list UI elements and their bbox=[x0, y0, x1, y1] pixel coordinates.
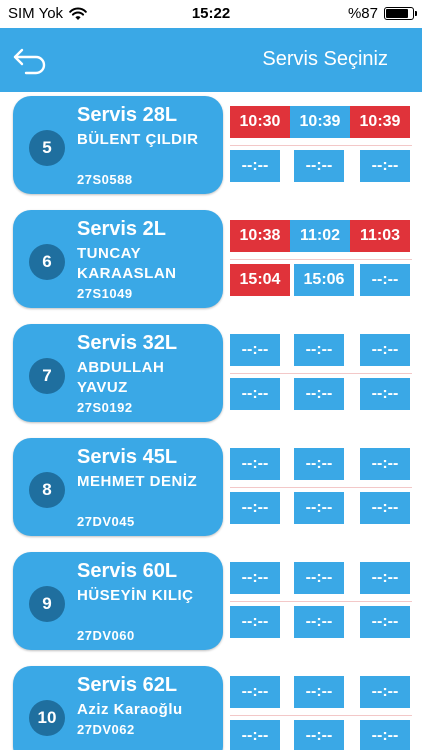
time-slot[interactable]: --:-- bbox=[230, 492, 280, 524]
service-row: 5 Servis 28L BÜLENT ÇILDIR 27S0588 10:30… bbox=[0, 92, 422, 200]
service-card[interactable]: 10 Servis 62L Aziz Karaoğlu 27DV062 bbox=[13, 666, 223, 750]
time-slot[interactable]: --:-- bbox=[294, 448, 344, 480]
time-slot[interactable]: --:-- bbox=[360, 492, 410, 524]
service-title: Servis 32L bbox=[77, 332, 178, 354]
plate-number: 27DV062 bbox=[77, 722, 135, 737]
time-slot[interactable]: --:-- bbox=[230, 562, 280, 594]
service-number-badge: 8 bbox=[29, 472, 65, 508]
service-title: Servis 45L bbox=[77, 446, 178, 468]
time-slot[interactable]: --:-- bbox=[230, 606, 280, 638]
time-slot[interactable]: 10:38 bbox=[230, 220, 290, 252]
time-slot[interactable]: --:-- bbox=[360, 378, 410, 410]
service-title: Servis 2L bbox=[77, 218, 166, 240]
service-title: Servis 62L bbox=[77, 674, 178, 696]
service-card[interactable]: 5 Servis 28L BÜLENT ÇILDIR 27S0588 bbox=[13, 96, 223, 194]
driver-name: ABDULLAH YAVUZ bbox=[77, 359, 165, 396]
time-divider bbox=[230, 715, 412, 716]
time-slot[interactable]: --:-- bbox=[230, 378, 280, 410]
time-slot[interactable]: --:-- bbox=[294, 492, 344, 524]
nav-bar: Servis Seçiniz bbox=[0, 28, 422, 92]
plate-number: 27DV045 bbox=[77, 514, 135, 529]
page-title: Servis Seçiniz bbox=[262, 48, 388, 70]
service-card[interactable]: 6 Servis 2L TUNCAY KARAASLAN 27S1049 bbox=[13, 210, 223, 308]
time-grid: --:-- --:-- --:-- --:-- --:-- --:-- bbox=[230, 662, 412, 750]
time-slot[interactable]: --:-- bbox=[230, 150, 280, 182]
time-grid: --:-- --:-- --:-- --:-- --:-- --:-- bbox=[230, 548, 412, 656]
time-slot[interactable]: --:-- bbox=[294, 334, 344, 366]
plate-number: 27S0192 bbox=[77, 400, 133, 415]
driver-name: HÜSEYİN KILIÇ bbox=[77, 587, 194, 604]
time-divider bbox=[230, 601, 412, 602]
service-card[interactable]: 9 Servis 60L HÜSEYİN KILIÇ 27DV060 bbox=[13, 552, 223, 650]
service-number-badge: 9 bbox=[29, 586, 65, 622]
plate-number: 27DV060 bbox=[77, 628, 135, 643]
time-slot[interactable]: --:-- bbox=[360, 448, 410, 480]
driver-name: BÜLENT ÇILDIR bbox=[77, 131, 199, 148]
time-slot[interactable]: --:-- bbox=[230, 334, 280, 366]
time-grid: 10:30 10:39 10:39 --:-- --:-- --:-- bbox=[230, 92, 412, 200]
time-slot[interactable]: --:-- bbox=[294, 720, 344, 750]
time-slot[interactable]: --:-- bbox=[294, 676, 344, 708]
time-slot[interactable]: 15:04 bbox=[230, 264, 290, 296]
time-grid: --:-- --:-- --:-- --:-- --:-- --:-- bbox=[230, 434, 412, 542]
time-divider bbox=[230, 373, 412, 374]
time-divider bbox=[230, 259, 412, 260]
service-list[interactable]: 5 Servis 28L BÜLENT ÇILDIR 27S0588 10:30… bbox=[0, 92, 422, 750]
service-number-badge: 7 bbox=[29, 358, 65, 394]
time-slot[interactable]: 11:02 bbox=[290, 220, 350, 252]
time-slot[interactable]: 15:06 bbox=[294, 264, 354, 296]
status-right: %87 bbox=[347, 5, 417, 22]
service-card[interactable]: 8 Servis 45L MEHMET DENİZ 27DV045 bbox=[13, 438, 223, 536]
service-number-badge: 5 bbox=[29, 130, 65, 166]
time-slot[interactable]: --:-- bbox=[294, 378, 344, 410]
service-row: 7 Servis 32L ABDULLAH YAVUZ 27S0192 --:-… bbox=[0, 320, 422, 428]
service-number-badge: 6 bbox=[29, 244, 65, 280]
service-row: 8 Servis 45L MEHMET DENİZ 27DV045 --:-- … bbox=[0, 434, 422, 542]
battery-icon bbox=[384, 7, 417, 20]
time-divider bbox=[230, 145, 412, 146]
service-row: 10 Servis 62L Aziz Karaoğlu 27DV062 --:-… bbox=[0, 662, 422, 750]
status-bar: SIM Yok 15:22 %87 bbox=[0, 0, 422, 28]
driver-name: Aziz Karaoğlu bbox=[77, 701, 183, 718]
driver-name: TUNCAY KARAASLAN bbox=[77, 245, 177, 282]
time-slot[interactable]: 10:39 bbox=[350, 106, 410, 138]
time-slot[interactable]: 10:39 bbox=[290, 106, 350, 138]
battery-percent: %87 bbox=[347, 5, 378, 22]
time-slot[interactable]: --:-- bbox=[360, 720, 410, 750]
service-title: Servis 60L bbox=[77, 560, 178, 582]
time-slot[interactable]: --:-- bbox=[360, 334, 410, 366]
plate-number: 27S0588 bbox=[77, 172, 133, 187]
service-row: 9 Servis 60L HÜSEYİN KILIÇ 27DV060 --:--… bbox=[0, 548, 422, 656]
service-title: Servis 28L bbox=[77, 104, 178, 126]
time-slot[interactable]: --:-- bbox=[360, 676, 410, 708]
time-slot[interactable]: --:-- bbox=[230, 720, 280, 750]
time-grid: --:-- --:-- --:-- --:-- --:-- --:-- bbox=[230, 320, 412, 428]
time-slot[interactable]: --:-- bbox=[294, 606, 344, 638]
service-card[interactable]: 7 Servis 32L ABDULLAH YAVUZ 27S0192 bbox=[13, 324, 223, 422]
time-slot[interactable]: --:-- bbox=[294, 150, 344, 182]
service-number-badge: 10 bbox=[29, 700, 65, 736]
time-slot[interactable]: --:-- bbox=[230, 676, 280, 708]
battery-fill bbox=[386, 9, 408, 18]
time-slot[interactable]: 10:30 bbox=[230, 106, 290, 138]
plate-number: 27S1049 bbox=[77, 286, 133, 301]
time-slot[interactable]: --:-- bbox=[360, 562, 410, 594]
time-slot[interactable]: 11:03 bbox=[350, 220, 410, 252]
time-slot[interactable]: --:-- bbox=[360, 606, 410, 638]
time-slot[interactable]: --:-- bbox=[360, 264, 410, 296]
time-slot[interactable]: --:-- bbox=[294, 562, 344, 594]
time-slot[interactable]: --:-- bbox=[360, 150, 410, 182]
back-button[interactable] bbox=[10, 44, 50, 78]
back-arrow-icon bbox=[13, 48, 46, 75]
time-grid: 10:38 11:02 11:03 15:04 15:06 --:-- bbox=[230, 206, 412, 314]
service-row: 6 Servis 2L TUNCAY KARAASLAN 27S1049 10:… bbox=[0, 206, 422, 314]
time-slot[interactable]: --:-- bbox=[230, 448, 280, 480]
time-divider bbox=[230, 487, 412, 488]
driver-name: MEHMET DENİZ bbox=[77, 473, 198, 490]
